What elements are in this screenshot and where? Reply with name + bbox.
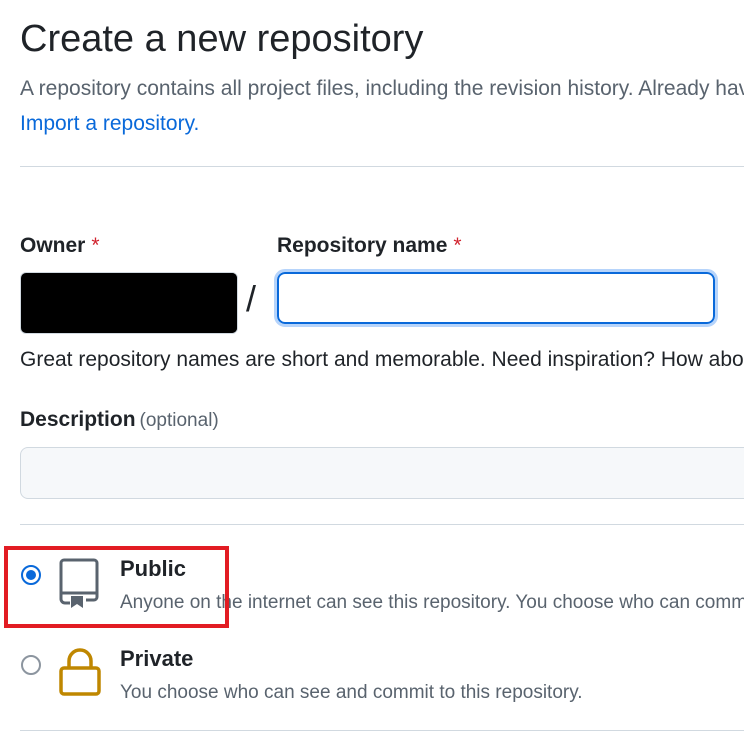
lock-icon (58, 647, 102, 697)
owner-label: Owner * (20, 234, 100, 258)
import-repository-link[interactable]: Import a repository. (20, 112, 199, 136)
repo-name-label-text: Repository name (277, 234, 448, 257)
repo-name-label: Repository name * (277, 234, 462, 258)
section-divider (20, 524, 744, 525)
visibility-public-title: Public (120, 556, 187, 581)
section-divider (20, 166, 744, 167)
owner-repo-separator: / (246, 278, 257, 319)
description-input[interactable] (20, 447, 744, 499)
description-optional: (optional) (139, 410, 219, 431)
visibility-public-desc: Anyone on the internet can see this repo… (120, 592, 744, 613)
repo-name-hint: Great repository names are short and mem… (20, 348, 744, 371)
owner-redacted (26, 273, 237, 333)
owner-select[interactable] (20, 272, 238, 334)
visibility-private-desc: You choose who can see and commit to thi… (120, 682, 583, 703)
repo-name-required-mark: * (453, 234, 462, 257)
public-radio[interactable] (21, 565, 41, 585)
page-title: Create a new repository (20, 18, 424, 60)
repository-name-input[interactable] (274, 269, 718, 327)
repo-icon (58, 556, 102, 610)
annotation-highlight-box (4, 546, 229, 628)
section-divider (20, 730, 744, 731)
owner-required-mark: * (91, 234, 100, 257)
description-label: Description (optional) (20, 408, 219, 432)
page-intro: A repository contains all project files,… (20, 77, 744, 100)
visibility-private-title: Private (120, 646, 194, 671)
owner-label-text: Owner (20, 234, 86, 257)
create-repo-page: Create a new repository A repository con… (0, 0, 744, 732)
private-radio[interactable] (21, 655, 41, 675)
description-label-text: Description (20, 408, 136, 431)
